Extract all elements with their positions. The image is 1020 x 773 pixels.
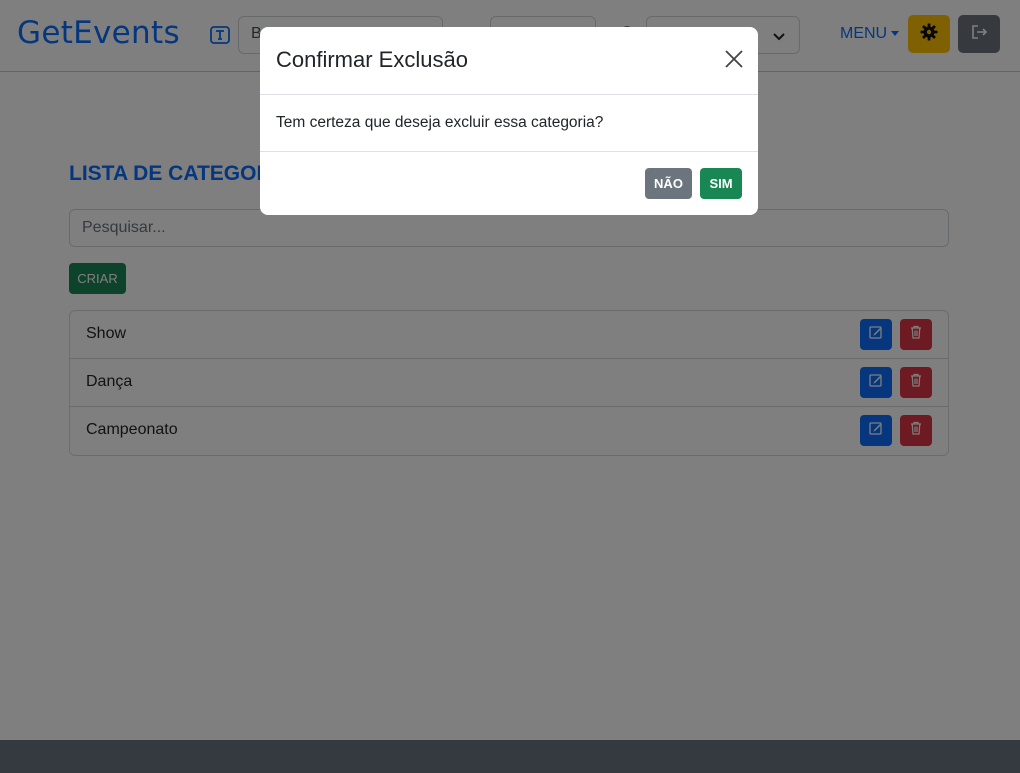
modal-close-button[interactable] bbox=[722, 49, 746, 73]
confirm-button[interactable]: SIM bbox=[700, 168, 742, 199]
modal-message: Tem certeza que deseja excluir essa cate… bbox=[276, 114, 604, 131]
modal-title: Confirmar Exclusão bbox=[276, 47, 468, 72]
modal-header: Confirmar Exclusão bbox=[260, 27, 758, 95]
close-icon bbox=[725, 49, 743, 73]
confirm-delete-modal: Confirmar Exclusão Tem certeza que desej… bbox=[260, 27, 758, 215]
cancel-button[interactable]: NÃO bbox=[645, 168, 692, 199]
modal-footer: NÃO SIM bbox=[260, 151, 758, 215]
